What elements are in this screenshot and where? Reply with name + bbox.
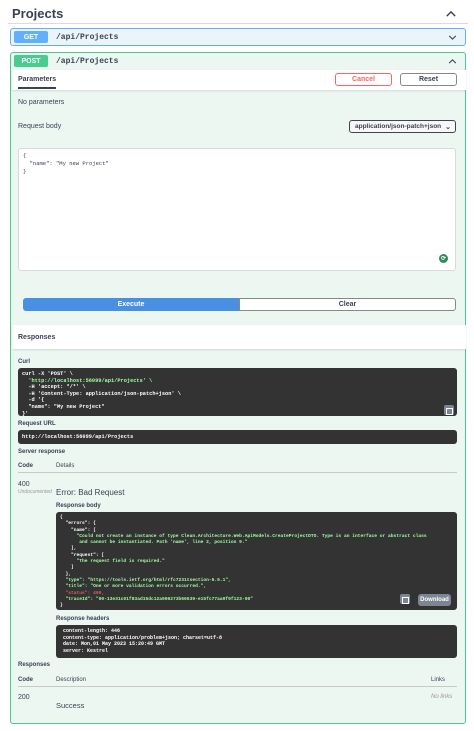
code-header: Code [18,463,33,469]
post-path: /api/Projects [56,56,119,66]
clear-button[interactable]: Clear [239,298,456,311]
execute-button[interactable]: Execute [23,298,239,311]
divider [18,472,457,473]
post-method-badge: POST [14,55,48,67]
reset-button[interactable]: Reset [400,73,457,86]
response-body-block[interactable]: { "errors": { "name": [ "Could not creat… [56,512,457,610]
curl-label: Curl [18,359,30,365]
no-parameters-text: No parameters [18,99,65,106]
curl-line: "name": "My new Project" [22,403,105,410]
curl-code-block[interactable]: curl -X 'POST' \ 'http://localhost:56099… [18,368,457,416]
get-path: /api/Projects [56,32,119,42]
server-response-label: Server response [18,449,66,455]
content-type-select[interactable]: application/json-patch+json ⌄ [349,120,456,133]
table-header-code: Code [18,677,33,683]
tag-header-projects[interactable]: Projects [8,4,468,24]
responses-title: Responses [18,333,56,341]
tag-title: Projects [12,6,64,21]
json-edit-icon[interactable]: ⟳ [439,254,448,263]
curl-line: }' [22,410,29,416]
details-header: Details [56,463,75,469]
chevron-down-icon[interactable] [447,32,458,43]
row-links: No links [431,694,453,700]
chevron-up-icon[interactable] [447,56,458,67]
row-description: Success [56,701,85,710]
curl-line: 'http://localhost:56099/api/Projects' \ [22,377,153,384]
request-url-block[interactable]: http://localhost:56099/api/Projects [18,430,457,444]
curl-line: curl -X 'POST' \ [22,371,73,377]
get-method-badge: GET [14,31,48,43]
row-code: 200 [18,694,30,701]
response-body-label: Response body [56,503,101,509]
chevron-up-icon[interactable] [444,7,458,21]
copy-icon[interactable] [400,594,410,604]
tab-parameters[interactable]: Parameters [18,72,57,89]
response-code: 400 [18,481,30,488]
post-summary[interactable]: POST /api/Projects [11,53,465,69]
curl-line: -H 'accept: */*' \ [22,384,86,391]
request-url-label: Request URL [18,421,56,427]
content-type-value: application/json-patch+json [355,123,442,130]
get-operation[interactable]: GET /api/Projects [10,28,466,46]
curl-line: -H 'Content-Type: application/json-patch… [22,390,181,397]
chevron-down-icon: ⌄ [445,124,451,131]
post-operation: POST /api/Projects Parameters Cancel Res… [10,52,466,724]
responses-bar: Responses [12,325,466,349]
table-header-links: Links [431,677,446,683]
request-body-label: Request body [18,123,62,130]
request-body-editor[interactable]: { "name": "My new Project" } [18,148,456,271]
response-headers-block[interactable]: content-length: 446 content-type: applic… [56,625,457,658]
table-header-description: Description [56,677,87,683]
parameters-bar: Parameters Cancel Reset [12,70,466,90]
download-button[interactable]: Download [418,594,451,606]
error-title: Error: Bad Request [56,488,125,497]
undocumented-label: Undocumented [18,489,52,495]
cancel-button[interactable]: Cancel [335,73,392,86]
responses-subtitle: Responses [18,662,51,668]
copy-icon[interactable] [444,405,454,415]
divider [18,686,457,687]
header-line: server: Kestrel [60,647,109,654]
response-headers-label: Response headers [56,616,110,622]
body-line: } [60,603,63,609]
curl-line: -d '{ [22,397,45,404]
